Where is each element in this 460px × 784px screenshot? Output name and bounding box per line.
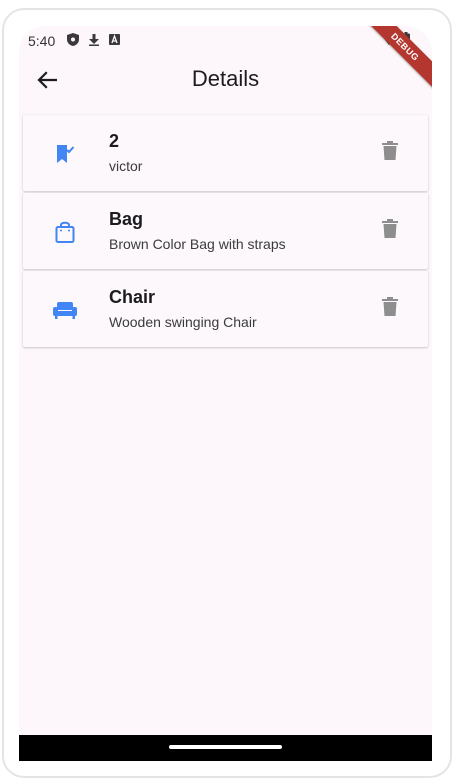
download-icon xyxy=(89,33,99,46)
status-bar: 5:40 DEBUG xyxy=(19,26,432,93)
list-item[interactable]: Bag Brown Color Bag with straps xyxy=(23,193,428,269)
armchair-icon xyxy=(53,298,77,322)
delete-button[interactable] xyxy=(378,297,402,321)
delete-button[interactable] xyxy=(378,141,402,165)
trash-icon xyxy=(382,297,398,321)
bookmark-added-icon xyxy=(53,142,77,166)
delete-button[interactable] xyxy=(378,219,402,243)
item-title: Bag xyxy=(109,209,144,229)
item-subtitle: victor xyxy=(109,158,143,174)
trash-icon xyxy=(382,219,398,243)
home-indicator[interactable] xyxy=(169,745,282,749)
trash-icon xyxy=(382,141,398,165)
shield-icon xyxy=(67,33,79,46)
item-subtitle: Wooden swinging Chair xyxy=(109,314,257,330)
page-title: Details xyxy=(191,66,260,91)
screen: 5:40 DEBUG Details 2 victor Bag Brown Co… xyxy=(19,26,432,761)
shopping-bag-icon xyxy=(53,220,77,244)
list-item[interactable]: Chair Wooden swinging Chair xyxy=(23,271,428,347)
status-icons xyxy=(67,33,120,46)
system-nav-bar xyxy=(19,735,432,761)
item-title: 2 xyxy=(109,131,120,151)
item-list: 2 victor Bag Brown Color Bag with straps xyxy=(23,115,428,349)
status-time: 5:40 xyxy=(28,33,56,49)
app-bar: Details xyxy=(19,54,432,108)
list-item[interactable]: 2 victor xyxy=(23,115,428,191)
item-subtitle: Brown Color Bag with straps xyxy=(109,236,286,252)
item-title: Chair xyxy=(109,287,156,307)
a-icon xyxy=(109,34,120,45)
